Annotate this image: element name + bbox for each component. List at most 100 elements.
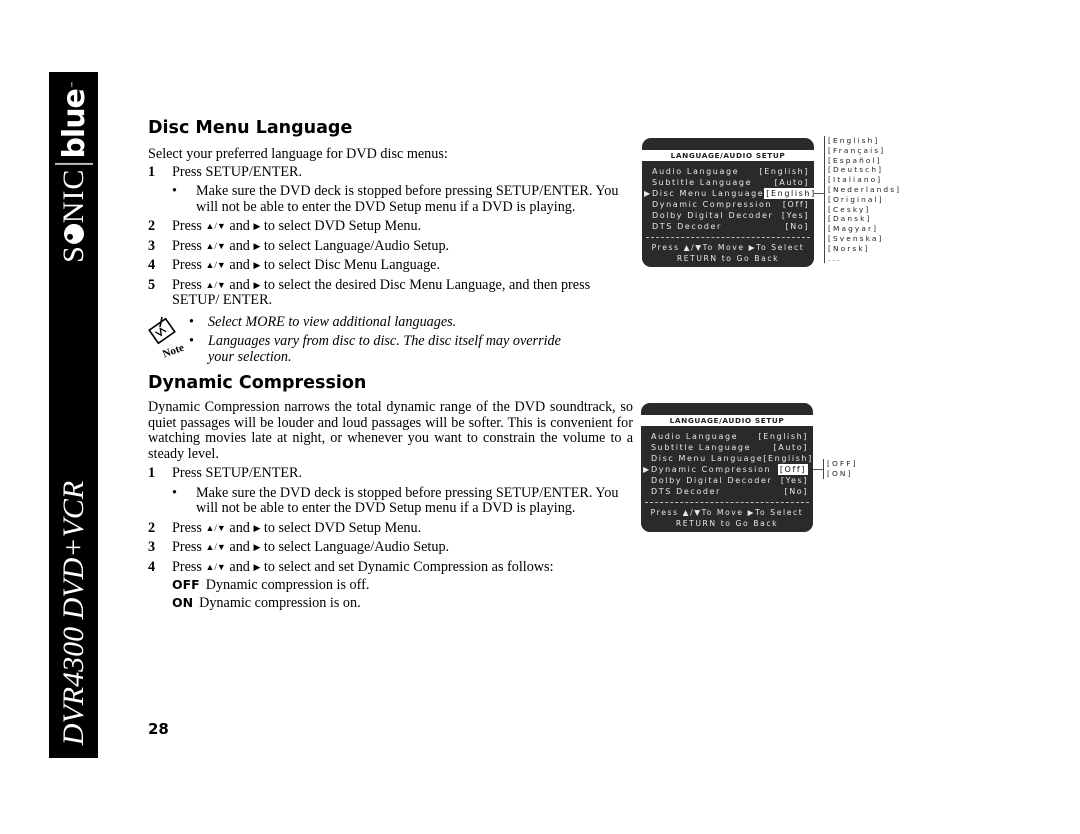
section-intro: Select your preferred language for DVD d… xyxy=(148,146,448,162)
step-2: 2 Press ▲/▼ and ▶ to select DVD Setup Men… xyxy=(148,218,633,235)
up-down-arrow-icon: ▲/▼ xyxy=(205,561,226,572)
option-item: ... xyxy=(828,253,842,263)
section-intro: Dynamic Compression narrows the total dy… xyxy=(148,399,633,462)
compression-options-list: [OFF] [ON] xyxy=(823,459,858,479)
menu-row-value: [Off] xyxy=(777,464,808,475)
right-arrow-icon: ▶ xyxy=(253,561,261,572)
menu-row[interactable]: Audio Language [English] xyxy=(652,166,809,177)
note-list: • Select MORE to view additional language… xyxy=(184,314,633,370)
step-number: 2 xyxy=(148,519,156,536)
menu-separator xyxy=(646,237,810,239)
menu-row[interactable]: Audio Language [English] xyxy=(651,431,808,442)
step-1-bullet: • Make sure the DVD deck is stopped befor… xyxy=(148,183,633,215)
step-3: 3 Press ▲/▼ and ▶ to select Language/Audi… xyxy=(148,539,633,556)
option-item: [Italiano] xyxy=(828,175,883,185)
step-text: Press xyxy=(172,218,202,234)
option-item: [Original] xyxy=(828,194,884,204)
menu-row-label: Dolby Digital Decoder xyxy=(651,476,773,485)
option-item: [Svenska] xyxy=(828,233,884,243)
menu-row[interactable]: ▶ Disc Menu Language [English] xyxy=(644,188,814,199)
step-number: 4 xyxy=(148,257,156,273)
menu-row-label: Dynamic Compression xyxy=(652,200,773,209)
menu-row-value: [Auto] xyxy=(773,443,808,452)
note-item: • Select MORE to view additional language… xyxy=(184,314,633,331)
menu-row[interactable]: Dolby Digital Decoder [Yes] xyxy=(651,475,808,486)
right-arrow-icon: ▶ xyxy=(253,279,261,290)
step-text: Press xyxy=(172,519,202,536)
step-text: and xyxy=(229,558,250,575)
up-down-arrow-icon: ▲/▼ xyxy=(205,221,226,231)
step-number: 4 xyxy=(148,558,156,575)
option-off: OFF Dynamic compression is off. xyxy=(148,576,633,594)
menu-row[interactable]: Subtitle Language [Auto] xyxy=(651,442,808,453)
right-arrow-icon: ▶ xyxy=(253,240,261,251)
bullet-dot: • xyxy=(189,333,194,349)
step-text: to select DVD Setup Menu. xyxy=(263,218,422,234)
up-down-arrow-icon: ▲/▼ xyxy=(205,240,226,251)
menu-row-value: [English] xyxy=(759,167,809,176)
note-icon: Note xyxy=(148,316,184,359)
option-desc: Dynamic compression is on. xyxy=(199,595,361,611)
step-text: and xyxy=(229,276,250,293)
step-number: 1 xyxy=(148,465,156,481)
section-dynamic-compression: Dynamic Compression Dynamic Compression … xyxy=(148,371,633,612)
step-text: to select DVD Setup Menu. xyxy=(263,519,422,536)
menu-row[interactable]: Dynamic Compression [Off] xyxy=(652,199,809,210)
option-item: [Dansk] xyxy=(828,214,872,224)
menu-row[interactable]: DTS Decoder [No] xyxy=(652,221,809,232)
brand-divider xyxy=(54,162,93,165)
menu-row-value: [Yes] xyxy=(780,476,808,485)
menu-row[interactable]: Disc Menu Language [English] xyxy=(651,453,811,464)
menu-row-label: Subtitle Language xyxy=(651,443,752,452)
connector-line xyxy=(814,193,824,194)
menu-row-value: [No] xyxy=(784,487,808,496)
note-item: • Languages vary from disc to disc. The d… xyxy=(184,333,633,365)
menu-row[interactable]: Dolby Digital Decoder [Yes] xyxy=(652,210,809,221)
note-text: Languages vary from disc to disc. The di… xyxy=(208,333,561,365)
step-text: to select Disc Menu Language. xyxy=(263,257,441,273)
menu-title: LANGUAGE/AUDIO SETUP xyxy=(641,415,813,426)
menu-row-value: [Auto] xyxy=(774,178,809,187)
model-text: DVR4300 DVD+VCR xyxy=(56,480,90,746)
step-1: 1 Press SETUP/ENTER. xyxy=(148,465,633,482)
menu-row-label: Dolby Digital Decoder xyxy=(652,211,774,220)
menu-row[interactable]: ▶ Dynamic Compression [Off] xyxy=(643,464,808,475)
option-item: [Español] xyxy=(828,155,882,165)
step-text: and xyxy=(229,519,250,536)
brand-blue: blue xyxy=(56,89,91,159)
bullet-dot: • xyxy=(172,484,177,501)
model-name: DVR4300 DVD+VCR xyxy=(49,468,98,758)
step-text: Press xyxy=(172,257,202,273)
option-item: [OFF] xyxy=(827,459,858,468)
section-title: Dynamic Compression xyxy=(148,373,367,393)
menu-footer: Press ▲/▼To Move ▶To Select xyxy=(650,508,804,517)
bullet-dot: • xyxy=(172,183,177,199)
menu-row-label: Disc Menu Language xyxy=(652,189,765,198)
option-item: [Deutsch] xyxy=(828,165,884,175)
step-text: and xyxy=(229,257,250,273)
menu-footer: RETURN to Go Back xyxy=(676,254,780,263)
step-text: to select Language/Audio Setup. xyxy=(263,539,450,555)
menu-row[interactable]: Subtitle Language [Auto] xyxy=(652,177,809,188)
option-item: [Magyar] xyxy=(828,224,879,234)
menu-row-value: [English] xyxy=(763,454,813,463)
menu-row-label: Dynamic Compression xyxy=(651,465,772,474)
menu-row[interactable]: DTS Decoder [No] xyxy=(651,486,808,497)
right-arrow-icon: ▶ xyxy=(253,542,261,552)
step-number: 3 xyxy=(148,539,156,555)
menu-footer: RETURN to Go Back xyxy=(675,519,779,528)
menu-row-label: Disc Menu Language xyxy=(651,454,764,463)
option-item: [Norsk] xyxy=(828,243,870,253)
step-2: 2 Press ▲/▼ and ▶ to select DVD Setup Men… xyxy=(148,519,633,537)
up-down-arrow-icon: ▲/▼ xyxy=(205,279,226,290)
step-4: 4 Press ▲/▼ and ▶ to select and set Dynam… xyxy=(148,558,633,576)
step-text: Press xyxy=(172,539,202,555)
step-number: 1 xyxy=(148,163,156,180)
menu-row-label: Audio Language xyxy=(651,432,739,441)
menu-row-label: DTS Decoder xyxy=(651,487,721,496)
svg-text:Note: Note xyxy=(161,341,184,358)
option-key: ON xyxy=(172,595,194,610)
option-item: [Français] xyxy=(828,145,886,155)
sidebar-band: SNIC blue ™ DVR4300 DVD+VCR xyxy=(49,72,98,758)
step-text: and xyxy=(229,539,250,555)
